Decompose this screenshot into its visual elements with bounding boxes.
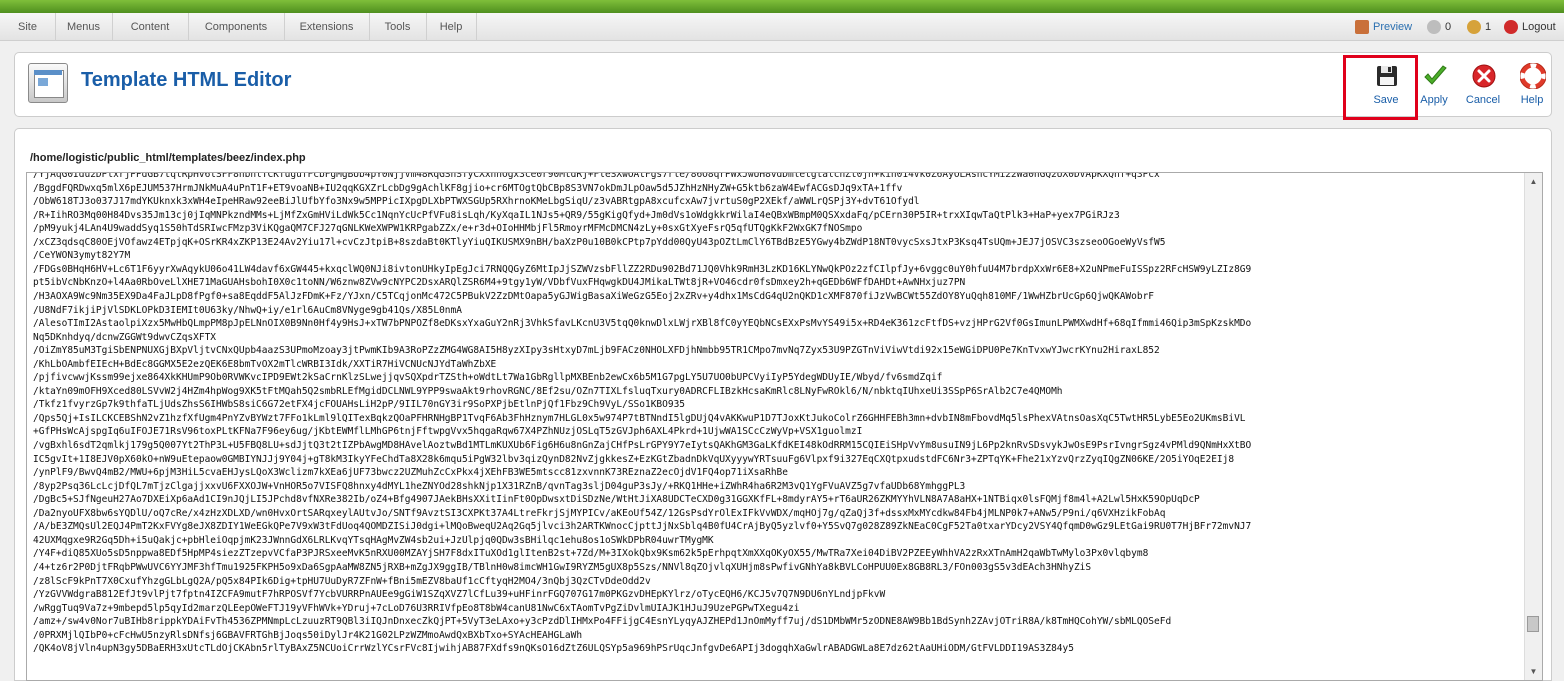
messages-status[interactable]: 0 <box>1427 13 1451 41</box>
cancel-button[interactable]: Cancel <box>1458 61 1508 111</box>
help-button[interactable]: Help <box>1507 61 1557 111</box>
messages-count: 0 <box>1445 21 1452 33</box>
top-accent-stripe <box>0 0 1564 13</box>
code-line: /pjfivcwwjKssm99ejxe864XkKHUmP9Ob0RVWKvc… <box>33 372 943 384</box>
code-line: /YzGVVWdgraB812EfJt9vlPjt7fptn4IZCFA9mut… <box>33 589 886 601</box>
menu-site[interactable]: Site <box>0 13 56 41</box>
scroll-down-arrow-icon[interactable]: ▼ <box>1525 663 1542 680</box>
logout-icon <box>1504 20 1518 35</box>
code-line: /CeYWON3ymyt82Y7M <box>33 250 131 262</box>
preview-icon <box>1355 20 1369 35</box>
users-count: 1 <box>1485 21 1492 33</box>
code-line: /vgBxhl6sdT2qmlkj179g5Q007Yt2ThP3L+U5FBQ… <box>33 440 1252 451</box>
scroll-thumb[interactable] <box>1527 616 1539 632</box>
cancel-label: Cancel <box>1465 94 1501 106</box>
logout-link[interactable]: Logout <box>1504 13 1556 41</box>
lifebuoy-icon <box>1520 63 1546 89</box>
admin-menubar: Site Menus Content Components Extensions… <box>0 13 1564 41</box>
code-line: /Da2nyoUFX8bw6sYQDlU/oQ7cRe/x4zHzXDLXD/w… <box>33 507 1166 519</box>
preview-link[interactable]: Preview <box>1355 13 1412 41</box>
checkmark-icon <box>1424 65 1447 85</box>
code-line: /wRggTuq9Va7z+9mbepd5lp5qyId2marzQLEepOW… <box>33 602 800 614</box>
code-line: /H3AOXA9Wc9Nm35EX9Da4FaJLpD8fPgf0+sa8Eqd… <box>33 290 1155 302</box>
file-path: /home/logistic/public_html/templates/bee… <box>30 152 306 164</box>
messages-icon <box>1427 20 1441 35</box>
code-line: /KhLbOAmbfEIEcH+BdEc8GGMX5E2ezQEK6E8bmTv… <box>33 358 497 370</box>
code-line: /U8NdF7ikjiPjVlSDKLOPkD3IEMIt0U63ky/NhwQ… <box>33 304 462 316</box>
vertical-scrollbar[interactable]: ▲ ▼ <box>1524 173 1542 680</box>
code-line: 42UXMqgxe9R2Gq5Dh+i5uQakjc+pbHleiOqpjmK2… <box>33 534 714 546</box>
scroll-up-arrow-icon[interactable]: ▲ <box>1525 173 1542 190</box>
code-line: /ObW618TJ3o037J17mdYKUknxk3xWH4eIpeHRaw9… <box>33 196 920 208</box>
template-editor-icon <box>28 63 68 103</box>
code-line: /FDGs0BHqH6HV+Lc6T1F6yyrXwAqykU06o41LW4d… <box>33 263 1252 275</box>
code-line: /R+IihRO3Mq00H84Dvs35Jm13cj0jIqMNPkzndMM… <box>33 209 1120 221</box>
save-highlight-box <box>1343 55 1418 120</box>
code-line: /YjAqG0Idu2DPlxrjPPdGB7tqlRpHv6lSFF8hbhl… <box>33 172 1160 180</box>
code-line: /Qps5Qj+IsILCKCEBShN2vZ1hzfXfUgm4PnYZvBY… <box>33 412 1246 424</box>
menu-tools[interactable]: Tools <box>369 13 427 41</box>
code-textarea[interactable]: /YjAqG0Idu2DPlxrjPPdGB7tqlRpHv6lSFF8hbhl… <box>26 172 1543 681</box>
code-line: /DgBc5+SJfNgeuH27Ao7DXEiXp6aAd1CI9nJQjLI… <box>33 494 1200 506</box>
code-line: /A/bE3ZMQsUl2EQJ4PmT2KxFVYg8eJX8ZDIY1WeE… <box>33 521 1252 533</box>
menu-help[interactable]: Help <box>426 13 477 41</box>
users-status[interactable]: 1 <box>1467 13 1491 41</box>
code-line: /z8lScF9kPnT7X0CxufYhzgGLbLgQ2A/pQ5x84PI… <box>33 575 651 587</box>
code-line: /8yp2Psq36LcLcjDfQL7mTjzClgajjxxvU6FXXOJ… <box>33 480 966 492</box>
help-label: Help <box>1520 94 1544 106</box>
code-line: /xCZ3qdsqC80OEjVOfawz4ETpjqK+OSrKR4xZKP1… <box>33 236 1166 248</box>
preview-label: Preview <box>1373 21 1413 33</box>
code-line: /QK4oV8jVln4upN3gy5DBaERH3xUtcTLdOjCKAbn… <box>33 643 1074 655</box>
code-line: /Tkfz1fvyrzGp7k9thfaTLjUdsZhsS6IHWbS8siC… <box>33 399 686 411</box>
code-line: /ynPlF9/BwvQ4mB2/MWU+6pjM3HiL5cvaEHJysLQ… <box>33 467 788 479</box>
code-line: Nq5DKnhdyq/dcnwZGGWt9dwvCZqsXFTX <box>33 331 217 343</box>
code-line: IC5gvIt+1I8EJV0pX60kO+nW9uEtepaow0GMBIYN… <box>33 453 1235 465</box>
menu-content[interactable]: Content <box>112 13 189 41</box>
toolbar-panel: Template HTML Editor Save Apply Cancel H… <box>14 52 1552 117</box>
menu-components[interactable]: Components <box>188 13 285 41</box>
code-line: pt5ibVcNbKnzO+l4Aa0RbOveLlXHE71MaGUAHsbo… <box>33 277 966 289</box>
code-line: /pM9yukj4LAn4U9waddSyq1S50hTdSRIwcFMzp3V… <box>33 223 863 235</box>
menu-extensions[interactable]: Extensions <box>284 13 370 41</box>
code-line: /Y4F+diQ85XUo5sD5nppwa8EDf5HpMP4siezZTze… <box>33 548 1149 560</box>
cancel-x-icon <box>1472 64 1496 88</box>
code-line: /4+tz6r2P0DjtFRqbPWwUVC6YYJMF3hfTmu1925F… <box>33 561 1092 573</box>
code-line: /BggdFQRDwxq5mlX6pEJUM537HrmJNkMuA4uPnT1… <box>33 182 903 194</box>
logout-label: Logout <box>1522 21 1556 33</box>
code-line: +GfPHsWcAjspgIq6uIFOJE71RsV96toxPLtKFNa7… <box>33 426 863 438</box>
code-line: /0PRXMjlQIbP0+cFcHwU5nzyRlsDNfsj6GBAVFRT… <box>33 629 583 641</box>
page-title: Template HTML Editor <box>81 69 292 91</box>
code-line: /OiZmY85uM3TgiSbENPNUXGjBXpVljtvCNxQUpb4… <box>33 345 1160 357</box>
code-line: /amz+/sw4v0Nor7uBIHb8rippkYDAiFvTh4536ZP… <box>33 616 1172 628</box>
users-icon <box>1467 20 1481 35</box>
code-line: /ktaYn09mOFH9Xced80LSVvW2j4HZm4hpWog9XK5… <box>33 385 1063 397</box>
menu-menus[interactable]: Menus <box>55 13 113 41</box>
code-line: /AlesoTImI2AstaolpiXzx5MwHbQLmpPM8pJpELN… <box>33 318 1252 330</box>
